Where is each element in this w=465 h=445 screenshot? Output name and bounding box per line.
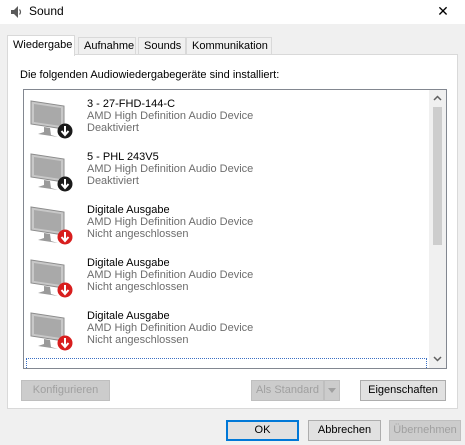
speaker-icon xyxy=(8,4,24,20)
disabled-arrow-icon xyxy=(57,176,73,195)
configure-label: Konfigurieren xyxy=(32,384,99,396)
tab-label: Aufnahme xyxy=(84,40,135,52)
tab-panel: Die folgenden Audiowiedergabegeräte sind… xyxy=(7,54,458,409)
set-default-dropdown[interactable] xyxy=(324,380,340,401)
tab-label: Sounds xyxy=(144,40,182,52)
device-status: Nicht angeschlossen xyxy=(87,334,189,346)
device-driver: AMD High Definition Audio Device xyxy=(87,269,254,281)
ok-label: OK xyxy=(254,424,271,436)
properties-label: Eigenschaften xyxy=(368,384,438,396)
apply-button[interactable]: Übernehmen xyxy=(389,420,461,441)
list-item[interactable]: 3 - 27-FHD-144-C AMD High Definition Aud… xyxy=(24,92,430,145)
tab-aufnahme[interactable]: Aufnahme xyxy=(78,37,136,55)
tab-label: Wiedergabe xyxy=(13,39,73,51)
device-name: Digitale Ausgabe xyxy=(87,204,170,216)
tab-sounds[interactable]: Sounds xyxy=(138,37,186,55)
focus-rectangle xyxy=(26,358,427,368)
device-status: Nicht angeschlossen xyxy=(87,281,189,293)
cancel-label: Abbrechen xyxy=(317,424,372,436)
disabled-arrow-icon xyxy=(57,123,73,142)
device-name: 5 - PHL 243V5 xyxy=(87,151,159,163)
list-item[interactable]: Digitale Ausgabe AMD High Definition Aud… xyxy=(24,304,430,357)
cancel-button[interactable]: Abbrechen xyxy=(308,420,381,441)
scrollbar-thumb[interactable] xyxy=(433,107,442,245)
unplugged-arrow-icon xyxy=(57,229,73,248)
properties-button[interactable]: Eigenschaften xyxy=(360,380,446,401)
configure-button[interactable]: Konfigurieren xyxy=(21,380,110,401)
device-driver: AMD High Definition Audio Device xyxy=(87,163,254,175)
scroll-up-icon[interactable] xyxy=(429,90,446,107)
device-name: 3 - 27-FHD-144-C xyxy=(87,98,176,110)
list-item[interactable]: 5 - PHL 243V5 AMD High Definition Audio … xyxy=(24,145,430,198)
apply-label: Übernehmen xyxy=(393,424,457,436)
tab-kommunikation[interactable]: Kommunikation xyxy=(186,37,272,55)
list-item[interactable]: Digitale Ausgabe AMD High Definition Aud… xyxy=(24,251,430,304)
title-bar: Sound ✕ xyxy=(0,0,465,24)
device-driver: AMD High Definition Audio Device xyxy=(87,216,254,228)
unplugged-arrow-icon xyxy=(57,282,73,301)
set-default-button[interactable]: Als Standard xyxy=(251,380,324,401)
close-button[interactable]: ✕ xyxy=(421,0,465,24)
device-status: Deaktiviert xyxy=(87,122,139,134)
tab-label: Kommunikation xyxy=(192,40,268,52)
device-name: Digitale Ausgabe xyxy=(87,310,170,322)
window-title: Sound xyxy=(29,4,64,18)
chevron-down-icon xyxy=(328,385,336,397)
list-item[interactable]: Digitale Ausgabe AMD High Definition Aud… xyxy=(24,198,430,251)
tab-wiedergabe[interactable]: Wiedergabe xyxy=(7,35,75,56)
device-driver: AMD High Definition Audio Device xyxy=(87,322,254,334)
device-list[interactable]: 3 - 27-FHD-144-C AMD High Definition Aud… xyxy=(23,89,447,369)
scroll-down-icon[interactable] xyxy=(429,351,446,368)
device-name: Digitale Ausgabe xyxy=(87,257,170,269)
instruction-text: Die folgenden Audiowiedergabegeräte sind… xyxy=(20,69,280,81)
set-default-label: Als Standard xyxy=(256,384,319,396)
close-icon: ✕ xyxy=(437,3,449,19)
ok-button[interactable]: OK xyxy=(226,420,299,441)
device-status: Deaktiviert xyxy=(87,175,139,187)
unplugged-arrow-icon xyxy=(57,335,73,354)
device-status: Nicht angeschlossen xyxy=(87,228,189,240)
vertical-scrollbar[interactable] xyxy=(429,90,446,368)
device-driver: AMD High Definition Audio Device xyxy=(87,110,254,122)
